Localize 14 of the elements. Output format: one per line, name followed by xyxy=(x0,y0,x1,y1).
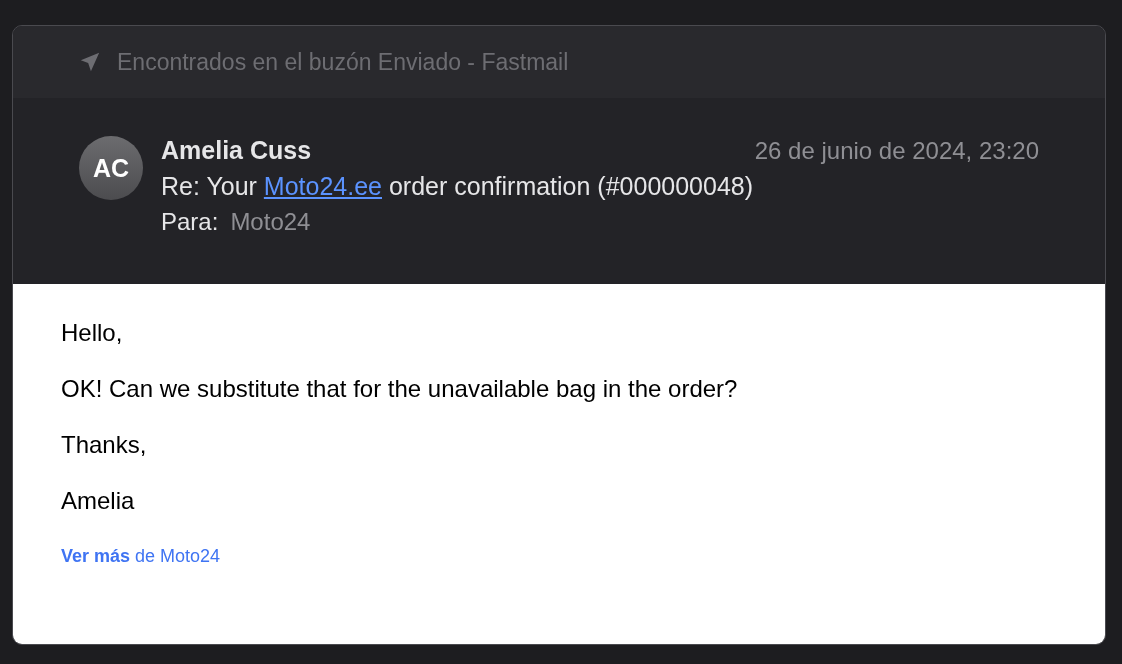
body-text: OK! Can we substitute that for the unavailable bag in the order? xyxy=(61,374,739,404)
subject-link[interactable]: Moto24.ee xyxy=(263,172,382,200)
subject-line: Re: Your Moto24.ee order confirmation (#000000048) xyxy=(161,172,755,201)
send-icon xyxy=(79,51,101,73)
message-date: 26 de junio de 2024, 23:20 xyxy=(754,137,1039,165)
body-text: Hello, xyxy=(61,318,124,348)
source-text: Encontrados en el buzón Enviado - Fastmail xyxy=(117,48,569,76)
see-more-link[interactable]: Ver más de Moto24 xyxy=(61,546,221,567)
body-text: Thanks, xyxy=(61,430,148,460)
to-label: Para: xyxy=(161,208,219,236)
body-text: Amelia xyxy=(61,486,136,516)
avatar: AC xyxy=(79,136,143,200)
recipient: Moto24 xyxy=(230,208,311,236)
sender-name: Amelia Cuss xyxy=(161,136,312,165)
